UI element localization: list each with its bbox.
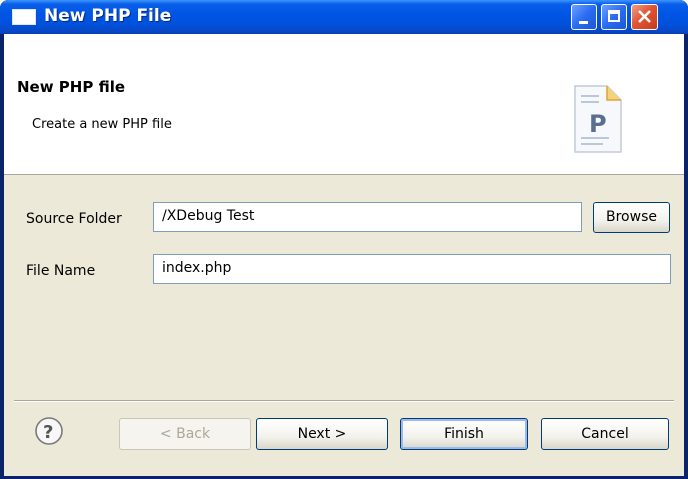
back-button[interactable]: < Back xyxy=(119,418,251,450)
php-file-icon: P xyxy=(574,85,622,153)
page-description: Create a new PHP file xyxy=(32,117,172,132)
file-name-input[interactable]: index.php xyxy=(153,254,671,284)
source-folder-label: Source Folder xyxy=(26,211,122,227)
help-icon[interactable]: ? xyxy=(34,416,64,446)
footer-separator xyxy=(14,400,674,402)
file-name-label: File Name xyxy=(26,263,96,279)
close-button[interactable] xyxy=(631,4,658,30)
minimize-icon xyxy=(579,21,588,24)
cancel-button[interactable]: Cancel xyxy=(541,418,669,450)
dialog-body: New PHP file Create a new PHP file P Sou… xyxy=(4,34,684,476)
browse-button[interactable]: Browse xyxy=(593,202,670,233)
finish-button[interactable]: Finish xyxy=(400,418,528,450)
minimize-button[interactable] xyxy=(571,4,597,30)
page-title: New PHP file xyxy=(17,78,126,96)
wizard-header: New PHP file Create a new PHP file P xyxy=(4,34,684,175)
next-button[interactable]: Next > xyxy=(256,418,388,450)
window-icon xyxy=(12,9,36,25)
window-title: New PHP File xyxy=(44,6,172,26)
dialog-window: New PHP File New PHP file Create a new P… xyxy=(0,0,688,479)
maximize-button[interactable] xyxy=(601,4,627,30)
close-icon xyxy=(638,10,651,23)
svg-text:?: ? xyxy=(43,422,53,443)
title-bar[interactable]: New PHP File xyxy=(0,0,688,34)
svg-text:P: P xyxy=(589,110,607,138)
source-folder-input[interactable]: /XDebug Test xyxy=(153,202,582,232)
maximize-icon xyxy=(608,10,620,22)
